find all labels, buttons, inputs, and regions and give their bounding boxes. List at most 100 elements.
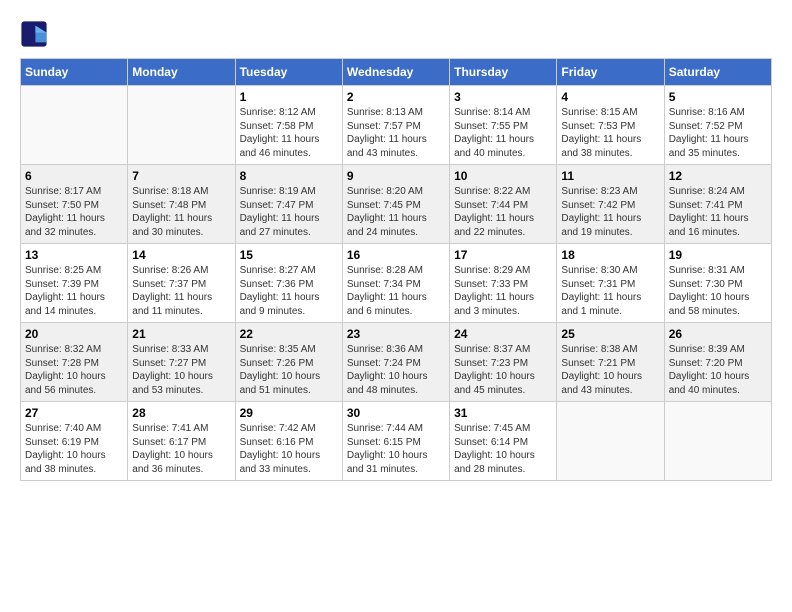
calendar-cell: 17 Sunrise: 8:29 AM Sunset: 7:33 PM Dayli…: [450, 244, 557, 323]
calendar-cell: 2 Sunrise: 8:13 AM Sunset: 7:57 PM Daylig…: [342, 86, 449, 165]
day-info: Sunrise: 8:38 AM Sunset: 7:21 PM Dayligh…: [561, 343, 659, 397]
day-info: Sunrise: 8:33 AM Sunset: 7:27 PM Dayligh…: [132, 343, 230, 397]
calendar-cell: 1 Sunrise: 8:12 AM Sunset: 7:58 PM Daylig…: [235, 86, 342, 165]
day-info: Sunrise: 7:42 AM Sunset: 6:16 PM Dayligh…: [240, 422, 338, 476]
day-number: 30: [347, 406, 445, 420]
day-info: Sunrise: 8:22 AM Sunset: 7:44 PM Dayligh…: [454, 185, 552, 239]
day-info: Sunrise: 8:18 AM Sunset: 7:48 PM Dayligh…: [132, 185, 230, 239]
day-number: 19: [669, 248, 767, 262]
day-number: 8: [240, 169, 338, 183]
day-info: Sunrise: 8:25 AM Sunset: 7:39 PM Dayligh…: [25, 264, 123, 318]
day-info: Sunrise: 8:29 AM Sunset: 7:33 PM Dayligh…: [454, 264, 552, 318]
calendar-cell: 27 Sunrise: 7:40 AM Sunset: 6:19 PM Dayli…: [21, 402, 128, 481]
day-info: Sunrise: 8:28 AM Sunset: 7:34 PM Dayligh…: [347, 264, 445, 318]
calendar-cell: 12 Sunrise: 8:24 AM Sunset: 7:41 PM Dayli…: [664, 165, 771, 244]
calendar-cell: 6 Sunrise: 8:17 AM Sunset: 7:50 PM Daylig…: [21, 165, 128, 244]
day-number: 25: [561, 327, 659, 341]
calendar-cell: 18 Sunrise: 8:30 AM Sunset: 7:31 PM Dayli…: [557, 244, 664, 323]
calendar-cell: 3 Sunrise: 8:14 AM Sunset: 7:55 PM Daylig…: [450, 86, 557, 165]
day-info: Sunrise: 7:41 AM Sunset: 6:17 PM Dayligh…: [132, 422, 230, 476]
day-info: Sunrise: 8:15 AM Sunset: 7:53 PM Dayligh…: [561, 106, 659, 160]
weekday-header: Friday: [557, 59, 664, 86]
day-info: Sunrise: 7:45 AM Sunset: 6:14 PM Dayligh…: [454, 422, 552, 476]
day-number: 17: [454, 248, 552, 262]
day-info: Sunrise: 8:13 AM Sunset: 7:57 PM Dayligh…: [347, 106, 445, 160]
calendar-cell: 21 Sunrise: 8:33 AM Sunset: 7:27 PM Dayli…: [128, 323, 235, 402]
day-info: Sunrise: 8:36 AM Sunset: 7:24 PM Dayligh…: [347, 343, 445, 397]
calendar-week-row: 1 Sunrise: 8:12 AM Sunset: 7:58 PM Daylig…: [21, 86, 772, 165]
calendar-cell: 5 Sunrise: 8:16 AM Sunset: 7:52 PM Daylig…: [664, 86, 771, 165]
weekday-header: Saturday: [664, 59, 771, 86]
calendar-cell: 28 Sunrise: 7:41 AM Sunset: 6:17 PM Dayli…: [128, 402, 235, 481]
calendar-cell: 19 Sunrise: 8:31 AM Sunset: 7:30 PM Dayli…: [664, 244, 771, 323]
day-info: Sunrise: 7:44 AM Sunset: 6:15 PM Dayligh…: [347, 422, 445, 476]
day-number: 28: [132, 406, 230, 420]
day-number: 23: [347, 327, 445, 341]
weekday-header: Sunday: [21, 59, 128, 86]
weekday-header: Tuesday: [235, 59, 342, 86]
calendar-cell: 24 Sunrise: 8:37 AM Sunset: 7:23 PM Dayli…: [450, 323, 557, 402]
day-number: 20: [25, 327, 123, 341]
weekday-header: Monday: [128, 59, 235, 86]
calendar-cell: 16 Sunrise: 8:28 AM Sunset: 7:34 PM Dayli…: [342, 244, 449, 323]
day-number: 3: [454, 90, 552, 104]
day-number: 27: [25, 406, 123, 420]
calendar-week-row: 27 Sunrise: 7:40 AM Sunset: 6:19 PM Dayli…: [21, 402, 772, 481]
calendar-cell: [557, 402, 664, 481]
calendar-cell: 8Sunrise: 8:19 AM Sunset: 7:47 PM Daylig…: [235, 165, 342, 244]
day-number: 1: [240, 90, 338, 104]
day-number: 29: [240, 406, 338, 420]
day-number: 6: [25, 169, 123, 183]
calendar-cell: 23 Sunrise: 8:36 AM Sunset: 7:24 PM Dayli…: [342, 323, 449, 402]
day-number: 31: [454, 406, 552, 420]
day-info: Sunrise: 8:12 AM Sunset: 7:58 PM Dayligh…: [240, 106, 338, 160]
calendar-cell: 4 Sunrise: 8:15 AM Sunset: 7:53 PM Daylig…: [557, 86, 664, 165]
day-number: 4: [561, 90, 659, 104]
day-number: 5: [669, 90, 767, 104]
day-info: Sunrise: 8:14 AM Sunset: 7:55 PM Dayligh…: [454, 106, 552, 160]
calendar: SundayMondayTuesdayWednesdayThursdayFrid…: [20, 58, 772, 481]
calendar-cell: 7 Sunrise: 8:18 AM Sunset: 7:48 PM Daylig…: [128, 165, 235, 244]
calendar-week-row: 20Sunrise: 8:32 AM Sunset: 7:28 PM Dayli…: [21, 323, 772, 402]
day-info: Sunrise: 8:27 AM Sunset: 7:36 PM Dayligh…: [240, 264, 338, 318]
day-info: Sunrise: 8:35 AM Sunset: 7:26 PM Dayligh…: [240, 343, 338, 397]
day-number: 12: [669, 169, 767, 183]
day-number: 24: [454, 327, 552, 341]
day-number: 18: [561, 248, 659, 262]
logo: [20, 20, 52, 48]
calendar-week-row: 6 Sunrise: 8:17 AM Sunset: 7:50 PM Daylig…: [21, 165, 772, 244]
day-number: 11: [561, 169, 659, 183]
day-number: 7: [132, 169, 230, 183]
header: [20, 20, 772, 48]
day-info: Sunrise: 8:26 AM Sunset: 7:37 PM Dayligh…: [132, 264, 230, 318]
day-info: Sunrise: 8:20 AM Sunset: 7:45 PM Dayligh…: [347, 185, 445, 239]
calendar-week-row: 13 Sunrise: 8:25 AM Sunset: 7:39 PM Dayli…: [21, 244, 772, 323]
calendar-cell: 26Sunrise: 8:39 AM Sunset: 7:20 PM Dayli…: [664, 323, 771, 402]
logo-icon: [20, 20, 48, 48]
calendar-cell: [21, 86, 128, 165]
calendar-cell: 9Sunrise: 8:20 AM Sunset: 7:45 PM Daylig…: [342, 165, 449, 244]
day-number: 16: [347, 248, 445, 262]
calendar-cell: 22 Sunrise: 8:35 AM Sunset: 7:26 PM Dayli…: [235, 323, 342, 402]
calendar-cell: 29 Sunrise: 7:42 AM Sunset: 6:16 PM Dayli…: [235, 402, 342, 481]
day-info: Sunrise: 8:24 AM Sunset: 7:41 PM Dayligh…: [669, 185, 767, 239]
day-number: 13: [25, 248, 123, 262]
day-number: 26: [669, 327, 767, 341]
calendar-cell: 25 Sunrise: 8:38 AM Sunset: 7:21 PM Dayli…: [557, 323, 664, 402]
weekday-header: Thursday: [450, 59, 557, 86]
calendar-cell: 20Sunrise: 8:32 AM Sunset: 7:28 PM Dayli…: [21, 323, 128, 402]
day-number: 2: [347, 90, 445, 104]
day-info: Sunrise: 7:40 AM Sunset: 6:19 PM Dayligh…: [25, 422, 123, 476]
day-info: Sunrise: 8:31 AM Sunset: 7:30 PM Dayligh…: [669, 264, 767, 318]
day-number: 10: [454, 169, 552, 183]
day-info: Sunrise: 8:30 AM Sunset: 7:31 PM Dayligh…: [561, 264, 659, 318]
day-info: Sunrise: 8:23 AM Sunset: 7:42 PM Dayligh…: [561, 185, 659, 239]
day-number: 21: [132, 327, 230, 341]
calendar-cell: 15Sunrise: 8:27 AM Sunset: 7:36 PM Dayli…: [235, 244, 342, 323]
weekday-header: Wednesday: [342, 59, 449, 86]
day-number: 22: [240, 327, 338, 341]
calendar-cell: [128, 86, 235, 165]
day-info: Sunrise: 8:17 AM Sunset: 7:50 PM Dayligh…: [25, 185, 123, 239]
day-info: Sunrise: 8:37 AM Sunset: 7:23 PM Dayligh…: [454, 343, 552, 397]
day-info: Sunrise: 8:16 AM Sunset: 7:52 PM Dayligh…: [669, 106, 767, 160]
